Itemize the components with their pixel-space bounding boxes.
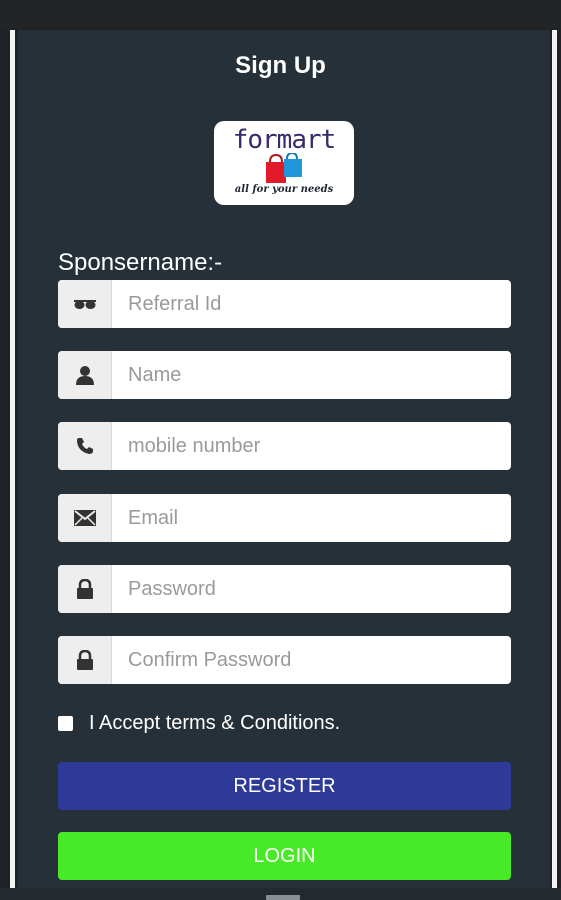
scroll-handle[interactable] (266, 895, 300, 900)
user-icon (58, 351, 112, 399)
shopping-bags-icon (266, 153, 302, 183)
logo-wordmark: formart (232, 125, 337, 155)
terms-checkbox[interactable] (58, 715, 73, 731)
lock-icon (58, 636, 112, 684)
mobile-number-input[interactable] (112, 422, 502, 470)
envelope-icon (58, 494, 112, 542)
brand-logo: formart all for your needs (214, 121, 354, 205)
lock-icon (58, 565, 112, 613)
phone-icon (58, 422, 112, 470)
password-field (58, 565, 511, 613)
referral-id-field (58, 280, 511, 328)
confirm-password-field (58, 636, 511, 684)
terms-label: I Accept terms & Conditions. (89, 711, 341, 734)
sponsername-label: Sponsername:- (58, 249, 223, 276)
top-bar (0, 0, 561, 28)
referral-id-input[interactable] (112, 280, 502, 328)
login-button[interactable]: LOGIN (58, 832, 511, 880)
frame-border-left (10, 30, 15, 890)
terms-row: I Accept terms & Conditions. (58, 708, 340, 738)
sunglasses-icon (58, 280, 112, 328)
email-field (58, 494, 511, 542)
logo-tagline: all for your needs (234, 184, 334, 195)
password-input[interactable] (112, 565, 502, 613)
confirm-password-input[interactable] (112, 636, 502, 684)
page-title: Sign Up (235, 52, 326, 79)
email-input[interactable] (112, 494, 502, 542)
mobile-number-field (58, 422, 511, 470)
name-input[interactable] (112, 351, 502, 399)
register-button[interactable]: REGISTER (58, 762, 511, 810)
name-field (58, 351, 511, 399)
frame-border-right (552, 30, 557, 890)
